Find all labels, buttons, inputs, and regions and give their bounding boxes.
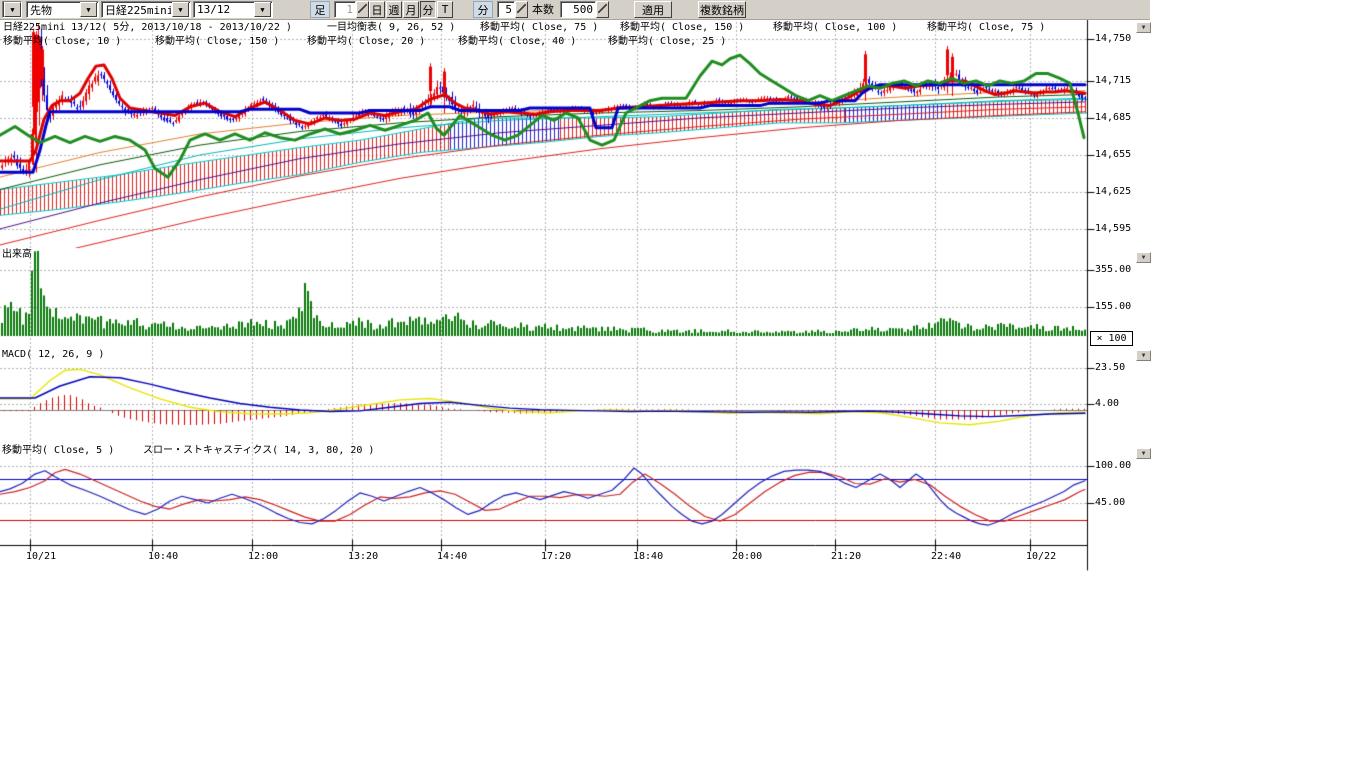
- legend-item: 移動平均( Close, 150 ): [155, 36, 279, 47]
- interval-spinner-button[interactable]: [356, 1, 369, 18]
- panel-dropdown-arrow[interactable]: ▼: [1136, 252, 1151, 263]
- bar-type-label: 足: [310, 1, 330, 18]
- volume-panel-label: 出来高: [2, 249, 32, 260]
- x-axis-label: 14:40: [437, 551, 467, 562]
- legend-item: 一目均衡表( 9, 26, 52 ): [327, 22, 455, 33]
- macd-panel-label: MACD( 12, 26, 9 ): [2, 349, 104, 360]
- chevron-down-icon[interactable]: ▼: [172, 2, 189, 17]
- x-axis-label: 22:40: [931, 551, 961, 562]
- stoch-ma-label: 移動平均( Close, 5 ): [2, 445, 114, 456]
- legend-item: 移動平均( Close, 150 ): [620, 22, 744, 33]
- x-axis-label: 10:40: [148, 551, 178, 562]
- bar-count-input[interactable]: 500: [560, 1, 596, 18]
- minute-spinner-button[interactable]: [515, 1, 528, 18]
- legend-item: 移動平均( Close, 75 ): [927, 22, 1045, 33]
- bar-count-label: 本数: [532, 1, 554, 18]
- legend-item: 移動平均( Close, 75 ): [480, 22, 598, 33]
- period-button-group: 日週月分T: [369, 1, 453, 18]
- chevron-down-icon[interactable]: ▼: [80, 2, 97, 17]
- legend-item: 移動平均( Close, 25 ): [608, 36, 726, 47]
- panel-dropdown-arrow[interactable]: ▼: [1136, 22, 1151, 33]
- interval-input[interactable]: 1: [334, 1, 356, 18]
- trading-chart-app: ▼ 先物 ▼ 日経225mini ▼ 13/12 ▼ 足 1 日週月分T 分 5…: [0, 0, 1366, 768]
- stoch-panel-label: スロー・ストキャスティクス( 14, 3, 80, 20 ): [143, 445, 374, 456]
- apply-button[interactable]: 適用: [634, 1, 672, 18]
- y-axis-label: 14,750: [1095, 33, 1131, 44]
- contract-month-value: 13/12: [194, 3, 253, 16]
- minute-label: 分: [473, 1, 493, 18]
- chart-canvas[interactable]: [0, 0, 1366, 768]
- bar-count-spinner-button[interactable]: [596, 1, 609, 18]
- x-axis-label: 10/21: [26, 551, 56, 562]
- legend-item: 移動平均( Close, 40 ): [458, 36, 576, 47]
- y-axis-label: 14,655: [1095, 149, 1131, 160]
- contract-month-select[interactable]: 13/12 ▼: [193, 1, 273, 18]
- minute-value-input[interactable]: 5: [497, 1, 515, 18]
- x-axis-label: 18:40: [633, 551, 663, 562]
- x-axis-label: 21:20: [831, 551, 861, 562]
- y-axis-label: 45.00: [1095, 497, 1125, 508]
- period-active-button[interactable]: 分: [420, 1, 436, 18]
- spin-icon: [517, 4, 526, 13]
- y-axis-label: 14,625: [1095, 186, 1131, 197]
- volume-multiplier-badge: × 100: [1090, 331, 1133, 346]
- y-axis-label: 14,595: [1095, 223, 1131, 234]
- legend-item: 移動平均( Close, 100 ): [773, 22, 897, 33]
- y-axis-label: 14,715: [1095, 75, 1131, 86]
- x-axis-label: 20:00: [732, 551, 762, 562]
- multi-symbol-button[interactable]: 複数銘柄: [698, 1, 746, 18]
- spin-icon: [598, 4, 607, 13]
- legend-item: 日経225mini 13/12( 5分, 2013/10/18 - 2013/1…: [3, 22, 292, 33]
- period-button[interactable]: T: [437, 1, 453, 18]
- period-button[interactable]: 月: [403, 1, 419, 18]
- chevron-down-icon[interactable]: ▼: [4, 2, 21, 17]
- y-axis-label: 4.00: [1095, 398, 1119, 409]
- legend-item: 移動平均( Close, 20 ): [307, 36, 425, 47]
- x-axis-label: 12:00: [248, 551, 278, 562]
- spin-icon: [358, 4, 367, 13]
- mini-dropdown[interactable]: ▼: [2, 1, 22, 18]
- x-axis-label: 13:20: [348, 551, 378, 562]
- y-axis-label: 100.00: [1095, 460, 1131, 471]
- chevron-down-icon[interactable]: ▼: [254, 2, 271, 17]
- x-axis-label: 10/22: [1026, 551, 1056, 562]
- symbol-value: 日経225mini: [102, 2, 171, 18]
- legend-item: 移動平均( Close, 10 ): [3, 36, 121, 47]
- y-axis-label: 14,685: [1095, 112, 1131, 123]
- panel-dropdown-arrow[interactable]: ▼: [1136, 350, 1151, 361]
- toolbar: ▼ 先物 ▼ 日経225mini ▼ 13/12 ▼ 足 1 日週月分T 分 5…: [0, 0, 1150, 20]
- instrument-type-select[interactable]: 先物 ▼: [26, 1, 99, 18]
- period-button[interactable]: 日: [369, 1, 385, 18]
- period-button[interactable]: 週: [386, 1, 402, 18]
- panel-dropdown-arrow[interactable]: ▼: [1136, 448, 1151, 459]
- instrument-type-value: 先物: [27, 2, 79, 18]
- x-axis-label: 17:20: [541, 551, 571, 562]
- y-axis-label: 23.50: [1095, 362, 1125, 373]
- y-axis-label: 355.00: [1095, 264, 1131, 275]
- y-axis-label: 155.00: [1095, 301, 1131, 312]
- symbol-select[interactable]: 日経225mini ▼: [101, 1, 191, 18]
